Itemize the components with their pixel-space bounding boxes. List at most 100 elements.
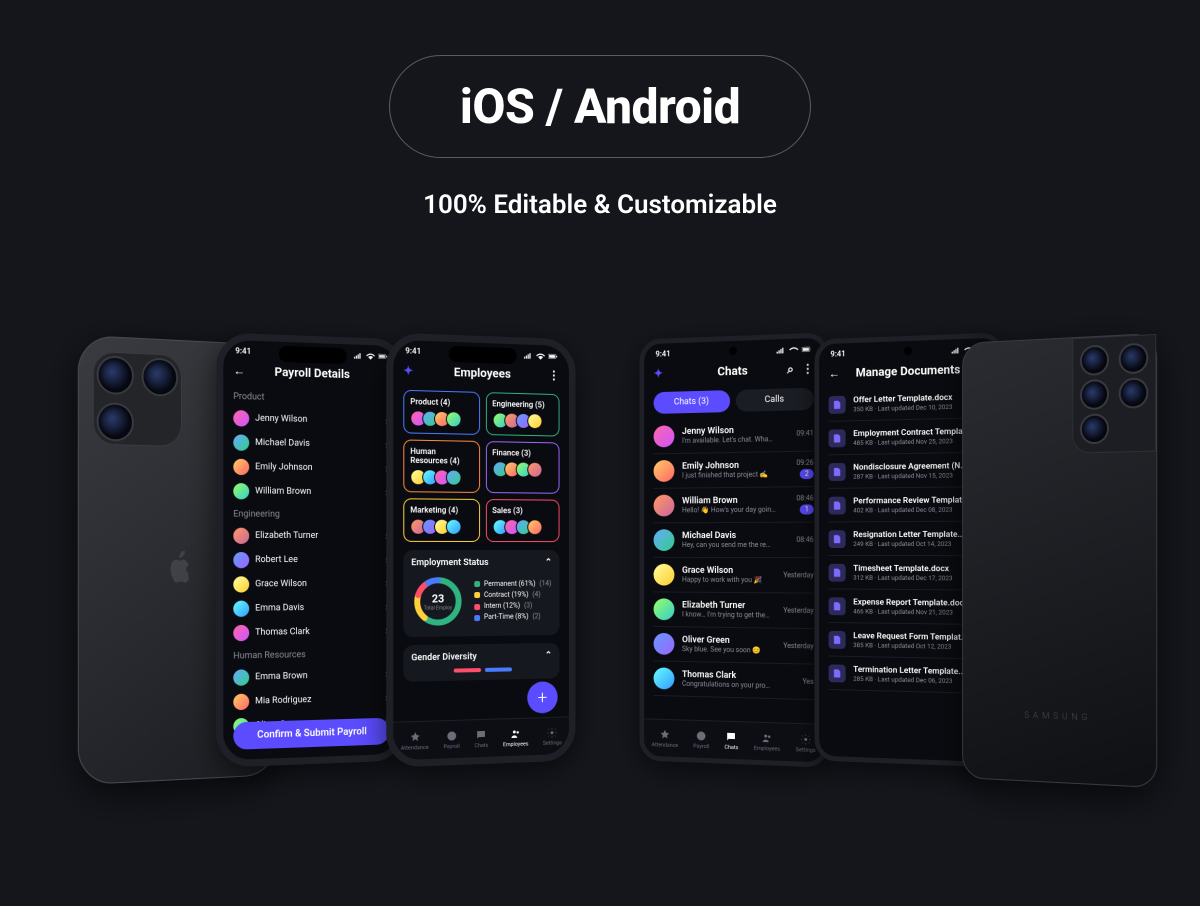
avatar (233, 528, 249, 544)
chevron-up-icon[interactable]: ⌃ (545, 651, 552, 661)
tab-chats[interactable]: Chats (3) (654, 390, 730, 414)
apple-logo-icon (164, 549, 196, 589)
avatar (233, 434, 249, 451)
chat-row[interactable]: Emily JohnsonI just finished that projec… (654, 452, 814, 489)
avatar (233, 625, 249, 641)
avatar (233, 669, 249, 686)
avatar (654, 529, 675, 551)
app-logo-icon: ✦ (654, 366, 664, 380)
screen-title: Employees (454, 365, 511, 381)
chat-preview: Hey, can you send me the re… (682, 541, 788, 549)
screen-title: Chats (717, 363, 747, 378)
document-icon (829, 597, 846, 615)
tab-employees[interactable]: Employees (754, 731, 780, 752)
tab-label: Chats (474, 742, 488, 748)
employee-name: Michael Davis (255, 438, 379, 450)
gender-diversity-panel[interactable]: Gender Diversity⌃ (403, 643, 559, 682)
chat-row[interactable]: Oliver GreenSky blue. See you soon 😊Yest… (654, 627, 814, 665)
dept-name: Finance (3) (492, 448, 553, 458)
back-icon[interactable]: ← (829, 366, 840, 380)
tab-chats[interactable]: Chats (474, 728, 488, 748)
payroll-row[interactable]: Elizabeth Turner$ (233, 524, 389, 548)
payroll-row[interactable]: Thomas Clark$ (233, 619, 389, 645)
chat-row[interactable]: Jenny WilsonI'm available. Let's chat. W… (654, 416, 814, 454)
avatar (527, 519, 542, 535)
avatar (654, 564, 675, 586)
total-label: Total Employ (424, 605, 452, 611)
doc-meta: 312 KB · Last updated Dec 17, 2023 (853, 573, 969, 582)
chat-preview: Sky blue. See you soon 😊 (682, 645, 775, 655)
payroll-row[interactable]: Michael Davis$ (233, 430, 389, 457)
doc-name: Performance Review Template… (853, 495, 969, 506)
document-icon (829, 496, 846, 514)
avatar (233, 483, 249, 499)
avatar (233, 576, 249, 592)
payroll-row[interactable]: Emma Davis$ (233, 595, 389, 621)
tab-settings[interactable]: Settings (796, 733, 816, 754)
tab-attendance[interactable]: Attendance (652, 728, 679, 749)
chat-preview: I'm available. Let's chat. Wha… (682, 435, 788, 445)
payroll-screen: 9:41 ← Payroll Details ProductJenny Wils… (216, 332, 405, 767)
doc-name: Expense Report Template.docx (853, 597, 969, 608)
tab-label: Attendance (401, 744, 429, 751)
payroll-row[interactable]: Jenny Wilson$ (233, 406, 389, 434)
more-icon[interactable]: ⋮ (548, 368, 559, 382)
chat-row[interactable]: Grace WilsonHappy to work with you 🎉Yest… (654, 558, 814, 594)
status-time: 9:41 (405, 346, 421, 356)
chat-name: Michael Davis (682, 531, 788, 541)
tab-payroll[interactable]: Payroll (693, 729, 709, 749)
chat-row[interactable]: Michael DavisHey, can you send me the re… (654, 523, 814, 559)
doc-name: Resignation Letter Template.docx (853, 529, 969, 539)
avatar (446, 519, 462, 535)
chat-time: 09:41 (796, 429, 813, 437)
screen-title: Manage Documents (856, 362, 961, 379)
tab-calls[interactable]: Calls (735, 388, 813, 412)
samsung-back-mockup: SAMSUNG (962, 333, 1157, 788)
avatar (446, 411, 462, 427)
dept-name: Marketing (4) (410, 505, 473, 515)
platform-pill: iOS / Android (389, 55, 811, 158)
avatar (233, 410, 249, 427)
dept-card[interactable]: Engineering (5) (485, 392, 559, 436)
tab-label: Settings (543, 740, 562, 747)
status-donut-chart: 23Total Employ (411, 574, 464, 629)
screen-title: Payroll Details (275, 365, 350, 381)
payroll-row[interactable]: Robert Lee$ (233, 548, 389, 572)
chat-row[interactable]: Elizabeth TurnerI know… I'm trying to ge… (654, 592, 814, 629)
payroll-row[interactable]: Grace Wilson$ (233, 572, 389, 597)
confirm-payroll-button[interactable]: Confirm & Submit Payroll (233, 718, 389, 750)
dept-card[interactable]: Sales (3) (485, 499, 559, 542)
chat-preview: I just finished that project ✍️ (682, 470, 788, 479)
chat-preview: Hello! 👋 How's your day goin… (682, 506, 788, 515)
chevron-up-icon[interactable]: ⌃ (545, 558, 552, 568)
dept-card[interactable]: Human Resources (4) (403, 439, 479, 493)
app-logo-icon: ✦ (403, 363, 413, 378)
employee-name: Emma Davis (255, 602, 379, 613)
chat-name: Grace Wilson (682, 566, 775, 576)
payroll-row[interactable]: Emily Johnson$ (233, 455, 389, 481)
employee-name: Emma Brown (255, 670, 379, 683)
chat-time: 08:46 (796, 494, 813, 502)
employee-name: Elizabeth Turner (255, 531, 379, 541)
back-icon[interactable]: ← (233, 363, 245, 378)
search-icon[interactable]: ⌕ (787, 362, 794, 377)
tab-payroll[interactable]: Payroll (444, 729, 460, 750)
dept-card[interactable]: Marketing (4) (403, 498, 479, 542)
tab-label: Settings (796, 747, 816, 754)
more-icon[interactable]: ⋮ (802, 361, 814, 377)
legend-item: Contract (19%) (4) (474, 589, 551, 601)
section-header: Engineering (233, 509, 389, 520)
dept-name: Product (4) (410, 397, 473, 408)
dept-card[interactable]: Finance (3) (485, 441, 559, 494)
chat-row[interactable]: William BrownHello! 👋 How's your day goi… (654, 487, 814, 523)
tab-settings[interactable]: Settings (543, 726, 562, 746)
tab-chats[interactable]: Chats (725, 730, 739, 750)
chat-time: Yesterday (783, 571, 813, 579)
dept-card[interactable]: Product (4) (403, 390, 479, 435)
chat-row[interactable]: Thomas ClarkCongratulations on your pro…… (654, 661, 814, 700)
chat-time: Yesterday (783, 607, 813, 615)
avatar (654, 425, 675, 447)
payroll-row[interactable]: William Brown$ (233, 479, 389, 505)
tab-employees[interactable]: Employees (503, 727, 529, 748)
tab-attendance[interactable]: Attendance (401, 730, 429, 751)
